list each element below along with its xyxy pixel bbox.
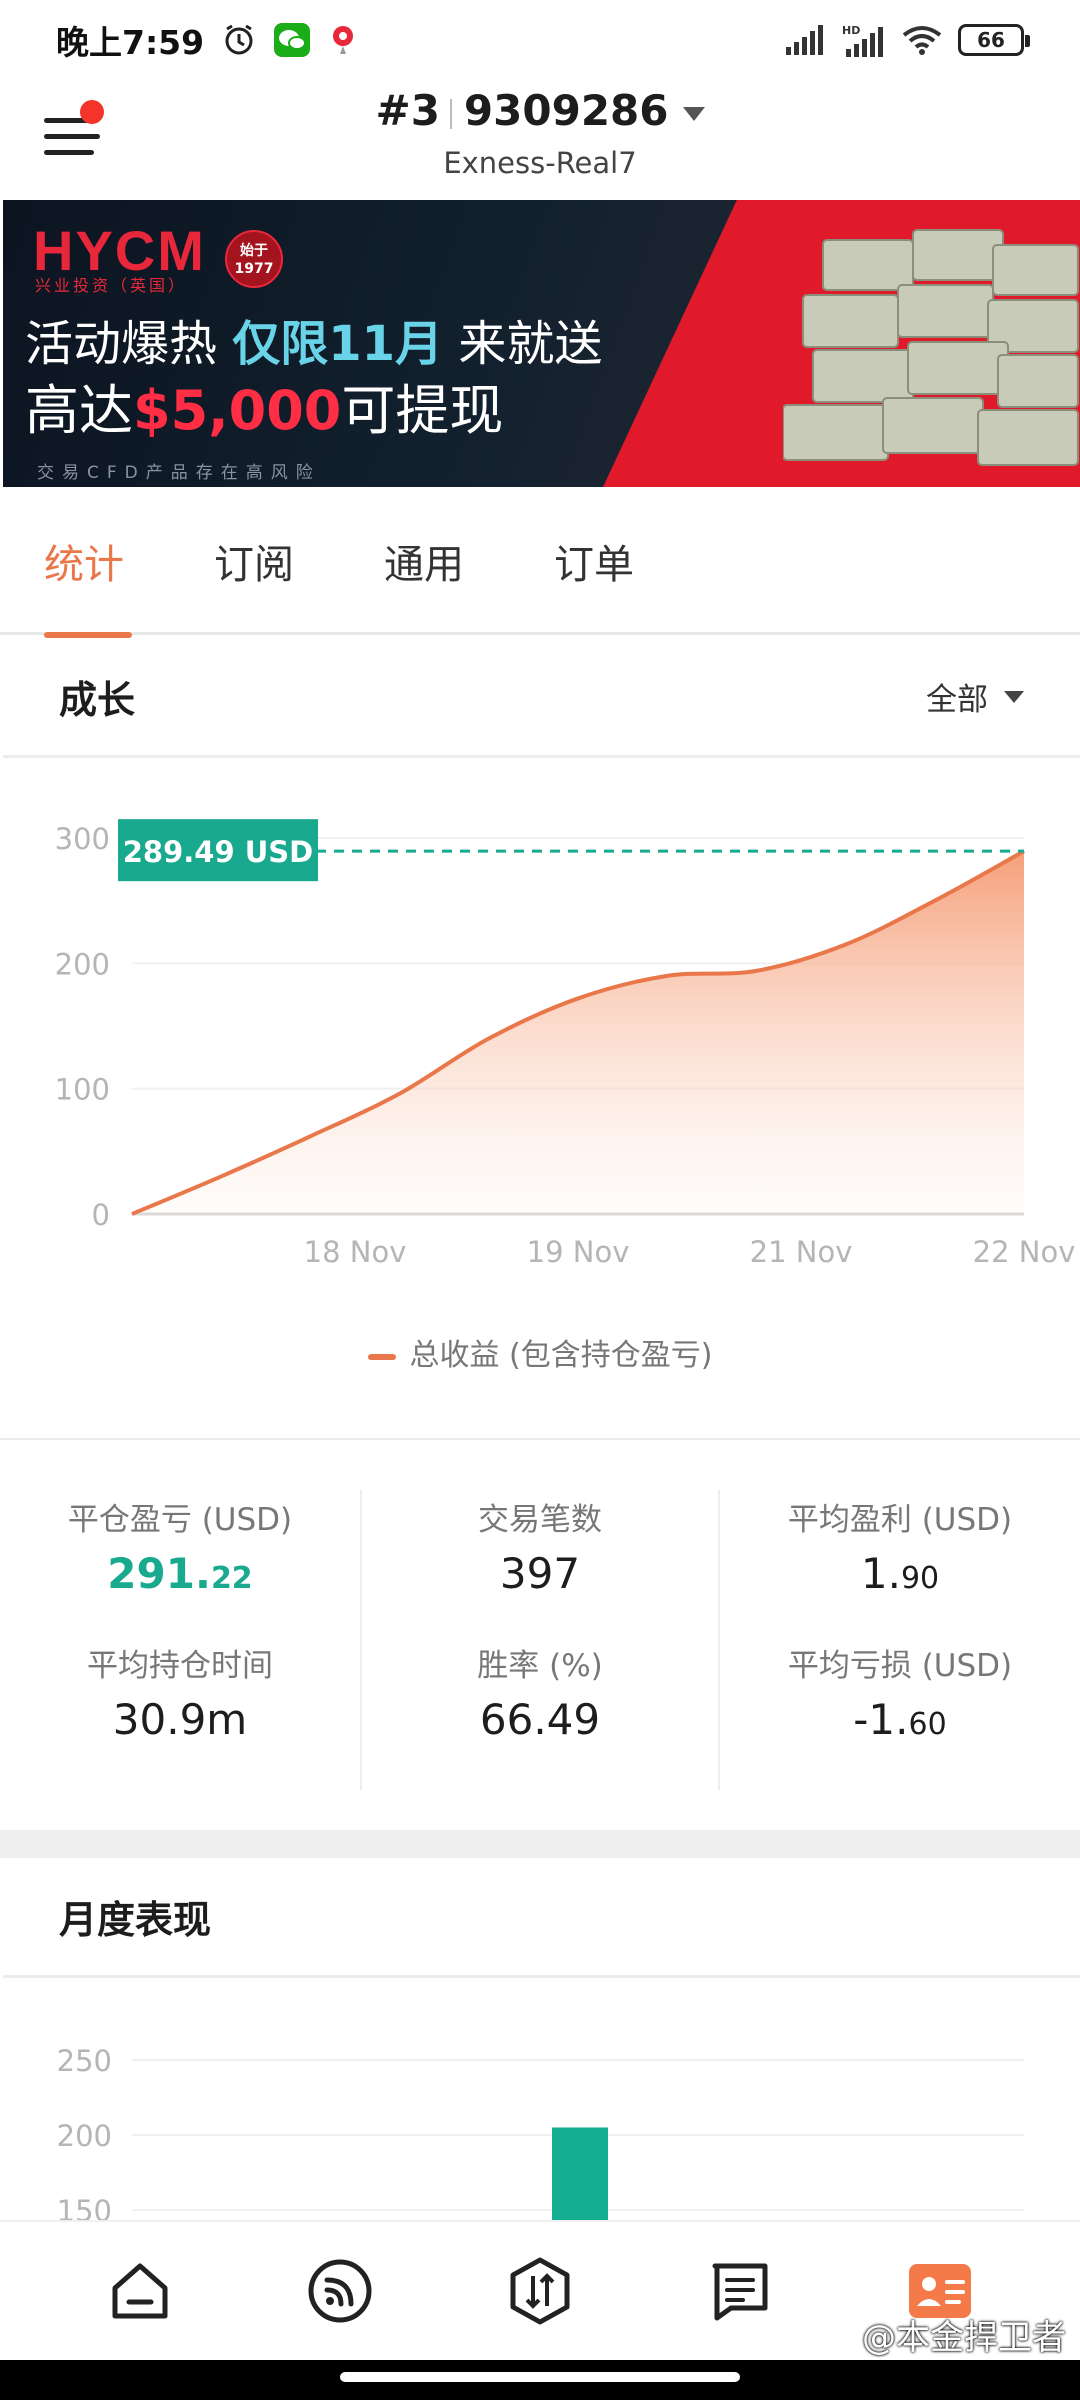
monthly-title: 月度表现 <box>59 1898 212 1942</box>
period-filter[interactable]: 全部 <box>926 674 1024 719</box>
stat-label-avg-hold-time: 平均持仓时间 <box>87 1648 273 1684</box>
banner-offer: 高达$5,000可提现 <box>25 379 504 442</box>
nav-home[interactable] <box>95 2246 185 2336</box>
x-tick-label: 19 Nov <box>527 1235 630 1269</box>
signal-icon <box>786 25 826 55</box>
signal-feed-icon <box>308 2259 372 2323</box>
tab-subscriptions[interactable]: 订阅 <box>214 487 384 635</box>
chevron-down-icon <box>1004 690 1024 703</box>
x-tick-label: 18 Nov <box>304 1235 407 1269</box>
tab-orders[interactable]: 订单 <box>554 487 724 635</box>
growth-section-header: 成长 全部 <box>3 638 1080 758</box>
banner-headline: 活动爆热 仅限11月 来就送 <box>25 316 603 372</box>
promo-banner[interactable]: HYCM 兴业投资（英国） 始于 1977 活动爆热 仅限11月 来就送 高达$… <box>3 200 1080 487</box>
y-tick-label: 200 <box>55 947 110 981</box>
brand-subtitle: 兴业投资（英国） <box>35 276 188 295</box>
nav-news[interactable] <box>695 2246 785 2336</box>
stat-label-trade-count: 交易笔数 <box>478 1502 602 1538</box>
tab-bar: 统计 订阅 通用 订单 <box>0 487 1080 638</box>
area-fill <box>132 851 1024 1214</box>
period-filter-label: 全部 <box>926 682 988 718</box>
stat-label-avg-profit: 平均盈利 (USD) <box>787 1502 1013 1538</box>
y-tick-label: 0 <box>92 1198 110 1232</box>
stat-value-avg-profit: 1.90 <box>860 1549 940 1598</box>
trade-icon <box>510 2257 570 2325</box>
location-icon <box>328 23 358 57</box>
value-annotation: 289.49 USD <box>123 835 314 869</box>
wechat-icon <box>274 23 311 57</box>
tab-statistics[interactable]: 统计 <box>44 487 214 638</box>
brand-seal: 始于 1977 <box>225 230 283 288</box>
account-prefix: #3 <box>375 86 440 135</box>
stat-label-avg-loss: 平均亏损 (USD) <box>787 1648 1013 1684</box>
x-tick-label: 22 Nov <box>973 1235 1076 1269</box>
account-number: 9309286 <box>463 86 669 135</box>
stat-value-avg-loss: -1.60 <box>853 1695 947 1744</box>
nav-trade[interactable] <box>495 2246 585 2336</box>
monthly-chart[interactable]: 150 200 250 <box>0 1980 1080 2220</box>
watermark: @本金捍卫者 <box>862 2318 1066 2358</box>
legend-swatch <box>367 1353 396 1360</box>
nav-signals[interactable] <box>295 2246 385 2336</box>
money-stack-image <box>783 229 1079 466</box>
bar <box>552 2127 608 2220</box>
hd-signal-icon: HD <box>842 23 886 57</box>
banner-disclaimer: 交易CFD产品存在高风险 <box>37 463 321 483</box>
y-tick-label: 250 <box>57 2044 112 2078</box>
svg-text:HD: HD <box>842 24 860 37</box>
chevron-down-icon <box>682 106 705 121</box>
chart-legend: 总收益 (包含持仓盈亏) <box>0 1330 1080 1374</box>
stat-value-avg-hold-time: 30.9m <box>112 1695 248 1744</box>
stat-label-closed-pnl: 平仓盈亏 (USD) <box>67 1502 293 1538</box>
x-tick-label: 21 Nov <box>750 1235 853 1269</box>
y-tick-label: 150 <box>57 2194 112 2220</box>
account-selector[interactable]: #3 9309286 <box>0 86 1080 135</box>
legend-label: 总收益 (包含持仓盈亏) <box>409 1338 713 1373</box>
tab-general[interactable]: 通用 <box>384 487 554 635</box>
status-time: 晚上7:59 <box>56 23 205 62</box>
stat-label-win-rate: 胜率 (%) <box>477 1648 603 1684</box>
wifi-icon <box>902 25 942 55</box>
app-header: #3 9309286 Exness-Real7 <box>0 80 1080 200</box>
server-name: Exness-Real7 <box>443 146 637 180</box>
stat-value-win-rate: 66.49 <box>479 1695 601 1744</box>
gesture-bar <box>0 2360 1080 2400</box>
monthly-section-header: 月度表现 <box>3 1858 1080 1978</box>
home-icon <box>112 2263 168 2319</box>
stat-value-trade-count: 397 <box>499 1549 581 1598</box>
battery-icon: 66 <box>958 24 1030 56</box>
y-tick-label: 100 <box>55 1073 110 1107</box>
y-tick-label: 200 <box>57 2119 112 2153</box>
stat-value-closed-pnl: 291.22 <box>107 1549 253 1598</box>
alarm-icon <box>222 23 256 57</box>
stats-panel: 平仓盈亏 (USD) 291.22 平均持仓时间 30.9m 交易笔数 397 … <box>0 1440 1080 1830</box>
y-tick-label: 300 <box>55 822 110 856</box>
news-icon <box>712 2263 768 2321</box>
section-divider <box>0 1830 1080 1858</box>
growth-title: 成长 <box>59 678 136 722</box>
status-bar: 晚上7:59 HD 66 <box>0 0 1080 80</box>
